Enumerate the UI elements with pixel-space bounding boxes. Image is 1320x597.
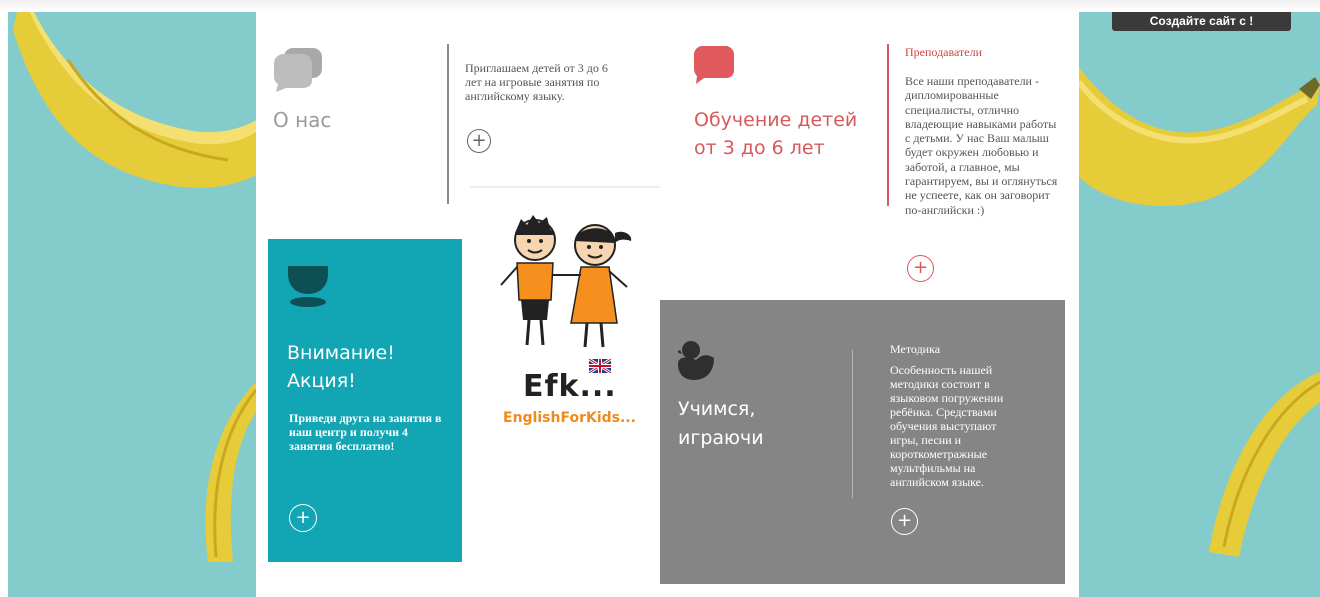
logo-shadow bbox=[470, 186, 660, 188]
duck-icon bbox=[676, 340, 714, 384]
learning-title: Обучение детей от 3 до 6 лет bbox=[694, 109, 858, 159]
method-divider bbox=[852, 350, 853, 498]
promo-title: Внимание! Акция! bbox=[287, 342, 395, 392]
promo-text: Приведи друга на занятия в наш центр и п… bbox=[289, 411, 442, 453]
logo-short-text: Efk... bbox=[523, 369, 617, 404]
kids-logo-image bbox=[495, 205, 640, 369]
right-background bbox=[1079, 12, 1320, 597]
banana-image-right-bottom bbox=[1189, 352, 1320, 562]
about-text: Приглашаем детей от 3 до 6 лет на игровы… bbox=[465, 61, 608, 103]
about-title: О нас bbox=[273, 108, 332, 132]
banana-image-left-bottom bbox=[178, 372, 256, 572]
banana-image-right-top bbox=[1079, 27, 1320, 217]
create-site-button[interactable]: Создайте сайт с ! bbox=[1112, 12, 1291, 31]
method-heading: Методика bbox=[890, 342, 941, 356]
method-title: Учимся, играючи bbox=[678, 398, 764, 449]
left-background bbox=[8, 12, 256, 597]
divider bbox=[447, 44, 449, 204]
method-text: Особенность нашей методики состоит в язы… bbox=[890, 363, 1004, 489]
bowl-icon bbox=[288, 266, 328, 312]
top-shade bbox=[0, 0, 1320, 12]
chat-bubbles-icon bbox=[272, 46, 324, 96]
teachers-more-button[interactable]: + bbox=[907, 255, 934, 282]
method-more-button[interactable]: + bbox=[891, 508, 918, 535]
teachers-text: Все наши преподаватели - дипломированные… bbox=[905, 74, 1058, 217]
speech-bubble-icon bbox=[694, 46, 734, 88]
logo-full-text: EnglishForKids... bbox=[503, 410, 636, 426]
banana-image-left-top bbox=[8, 12, 256, 200]
divider-red bbox=[887, 44, 889, 206]
teachers-heading: Преподаватели bbox=[905, 45, 983, 59]
promo-more-button[interactable]: + bbox=[289, 504, 317, 532]
about-more-button[interactable]: + bbox=[467, 129, 491, 153]
